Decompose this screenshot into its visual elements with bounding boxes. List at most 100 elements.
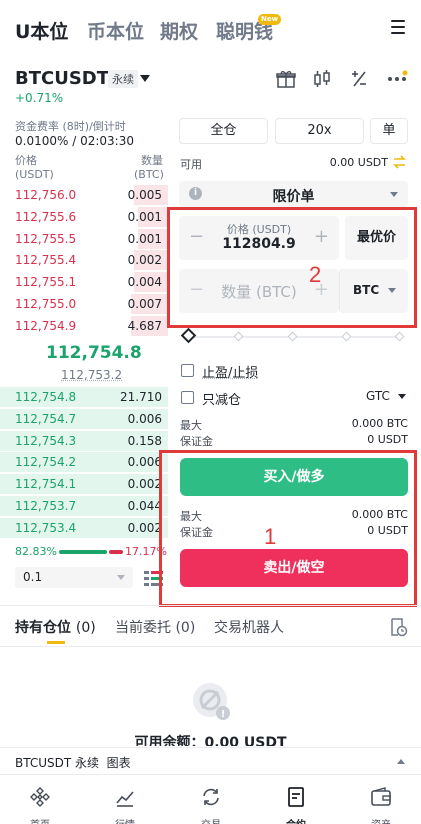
sell-max-value: 0.000 BTC (300, 508, 408, 521)
price-header: 价格 (USDT) (15, 154, 54, 182)
new-badge: New (258, 14, 281, 25)
nav-home[interactable]: 首页 (15, 786, 65, 824)
bid-price: 112,754.1 (15, 477, 76, 491)
annotation-label-2: 2 (309, 262, 321, 288)
buy-long-button[interactable]: 买入/做多 (180, 458, 408, 496)
slider-step[interactable] (342, 332, 352, 342)
menu-icon[interactable] (391, 20, 405, 34)
bid-quantity: 0.002 (128, 477, 162, 491)
leverage-button[interactable]: 20x (275, 118, 364, 144)
quantity-unit-select[interactable]: BTC (339, 269, 408, 313)
calculator-icon[interactable] (348, 68, 370, 90)
tab-options[interactable]: 期权 (160, 17, 198, 44)
sell-max-label: 最大 (180, 508, 202, 524)
bid-price: 112,754.2 (15, 455, 76, 469)
ask-quantity: 0.002 (128, 253, 162, 267)
margin-mode-button[interactable]: 全仓 (179, 118, 268, 144)
bid-row[interactable]: 112,754.7 0.006 (0, 408, 168, 430)
ask-price: 112,755.6 (15, 210, 76, 224)
chart-bar[interactable]: BTCUSDT 永续 图表 (0, 747, 421, 775)
tpsl-label: 止盈/止损 (202, 362, 258, 381)
bid-price: 112,753.7 (15, 499, 76, 513)
ask-row[interactable]: 112,755.0 0.007 (0, 293, 168, 315)
last-price[interactable]: 112,754.8 (46, 343, 142, 363)
slider-step[interactable] (234, 332, 244, 342)
ask-price: 112,756.0 (15, 188, 76, 202)
ask-quantity: 0.001 (128, 210, 162, 224)
available-balance: 可用余额：0.00 USDT (0, 732, 421, 746)
depth-layout-icon[interactable] (143, 569, 165, 587)
sell-short-button[interactable]: 卖出/做空 (180, 549, 408, 587)
price-input[interactable]: − 价格 (USDT) 112804.9 + (179, 216, 339, 260)
reduce-only-checkbox[interactable] (181, 391, 194, 404)
buy-ratio-bar (59, 550, 107, 554)
nav-assets[interactable]: 资产 (356, 786, 406, 824)
time-in-force-select[interactable]: GTC (366, 389, 406, 403)
ask-row[interactable]: 112,755.4 0.002 (0, 249, 168, 271)
order-type-select[interactable]: i 限价单 (179, 181, 408, 207)
sell-margin-value: 0 USDT (300, 524, 408, 537)
tpsl-checkbox[interactable] (181, 364, 194, 377)
ask-row[interactable]: 112,756.0 0.005 (0, 184, 168, 206)
nav-markets[interactable]: 行情 (100, 786, 150, 824)
chevron-down-icon (398, 394, 406, 399)
best-price-button[interactable]: 最优价 (345, 216, 408, 260)
chevron-down-icon[interactable] (140, 75, 150, 82)
available-value: 0.00 USDT (300, 156, 388, 169)
bid-row[interactable]: 112,754.8 21.710 (0, 386, 168, 408)
wallet-icon (370, 786, 392, 808)
slider-handle[interactable] (181, 328, 197, 344)
ask-row[interactable]: 112,754.9 4.687 (0, 315, 168, 337)
slider-step[interactable] (395, 332, 405, 342)
bid-row[interactable]: 112,754.3 0.158 (0, 430, 168, 452)
ask-quantity: 0.005 (128, 188, 162, 202)
history-icon[interactable] (388, 617, 408, 637)
bid-row[interactable]: 112,754.2 0.006 (0, 451, 168, 473)
plus-icon[interactable]: + (314, 226, 329, 247)
ask-row[interactable]: 112,755.1 0.004 (0, 271, 168, 293)
nav-futures[interactable]: 合约 (271, 786, 321, 824)
bid-price: 112,754.3 (15, 434, 76, 448)
buy-margin-label: 保证金 (180, 433, 213, 449)
tab-positions[interactable]: 持有仓位 (0) (15, 617, 96, 637)
chevron-down-icon (117, 575, 125, 580)
section-divider (0, 605, 421, 606)
no-data-icon: ! (189, 680, 235, 724)
ask-quantity: 4.687 (128, 319, 162, 333)
symbol-name[interactable]: BTCUSDT (15, 68, 109, 89)
bid-price: 112,753.4 (15, 521, 76, 535)
ask-price: 112,755.5 (15, 232, 76, 246)
bid-row[interactable]: 112,754.1 0.002 (0, 473, 168, 495)
gift-icon[interactable] (275, 68, 297, 90)
markets-icon (114, 786, 136, 808)
bid-quantity: 0.006 (128, 455, 162, 469)
available-label: 可用 (180, 156, 202, 172)
bid-quantity: 0.002 (128, 521, 162, 535)
ask-quantity: 0.004 (128, 275, 162, 289)
tab-usdt-m[interactable]: U本位 (15, 17, 68, 44)
chevron-up-icon[interactable] (397, 759, 405, 764)
ask-row[interactable]: 112,755.5 0.001 (0, 228, 168, 250)
ask-quantity: 0.001 (128, 232, 162, 246)
candlestick-icon[interactable] (311, 68, 333, 90)
tab-coin-m[interactable]: 币本位 (87, 17, 144, 44)
slider-step[interactable] (288, 332, 298, 342)
transfer-icon[interactable] (392, 155, 407, 169)
ask-row[interactable]: 112,755.6 0.001 (0, 206, 168, 228)
position-mode-button[interactable]: 单 (370, 118, 408, 144)
sell-ratio-bar (109, 550, 123, 554)
active-tab-indicator (47, 641, 65, 644)
more-icon[interactable] (386, 68, 408, 90)
home-icon (29, 786, 51, 808)
bid-row[interactable]: 112,753.4 0.002 (0, 517, 168, 539)
bid-row[interactable]: 112,753.7 0.044 (0, 495, 168, 517)
nav-trade[interactable]: 交易 (186, 786, 236, 824)
order-type-label: 限价单 (179, 186, 408, 206)
precision-select[interactable]: 0.1 (15, 567, 133, 588)
top-tab-bar: U本位 币本位 期权 聪明钱 New (0, 0, 421, 60)
buy-margin-value: 0 USDT (300, 433, 408, 446)
qty-header: 数量 (BTC) (134, 154, 163, 182)
tab-trading-bots[interactable]: 交易机器人 (214, 617, 284, 637)
tab-open-orders[interactable]: 当前委托 (0) (115, 617, 195, 637)
buy-max-label: 最大 (180, 417, 202, 433)
